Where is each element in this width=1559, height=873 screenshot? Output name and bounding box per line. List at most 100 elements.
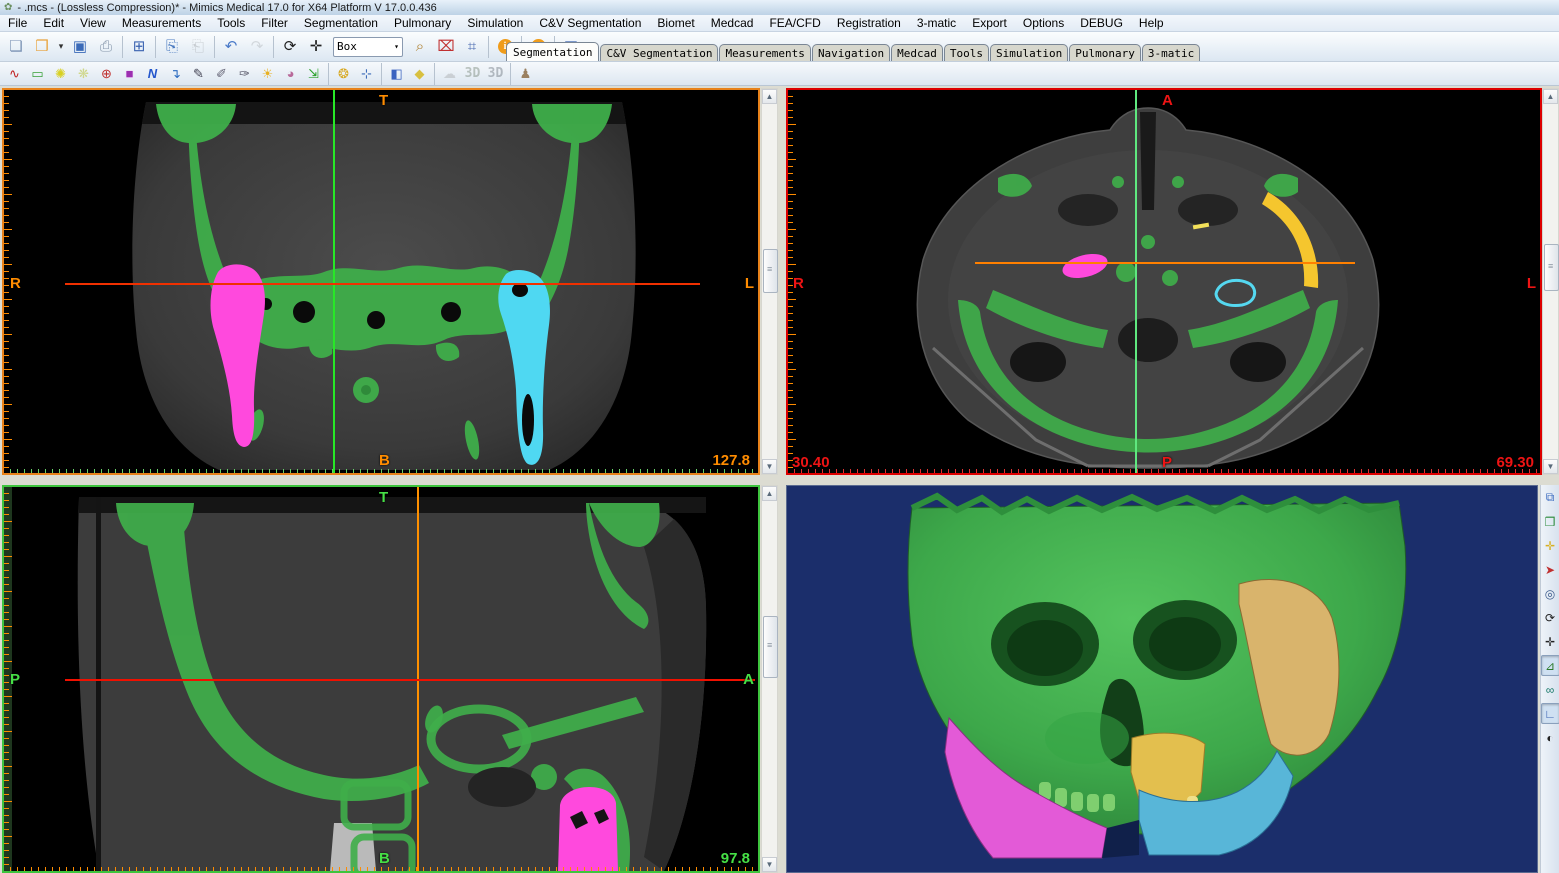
scroll-thumb[interactable] [763,616,778,678]
thresholding-button[interactable]: ∿ [3,63,26,85]
calculate-3d-button[interactable]: ❂ [332,63,355,85]
pan-button[interactable]: ✛ [303,34,329,60]
zoom-fit-button[interactable]: ⌗ [459,34,485,60]
rotate-3d-button[interactable]: ⟳ [1541,607,1559,628]
split-mask-button[interactable]: N [141,63,164,85]
crosshair-horizontal[interactable] [65,283,700,285]
menu-export[interactable]: Export [964,16,1015,30]
scroll-thumb[interactable] [763,249,778,293]
cavity-fill-button[interactable]: ↴ [164,63,187,85]
zoom-shape-select[interactable]: Box ▾ [333,37,403,57]
three-d-viewport[interactable] [786,485,1538,873]
menu-options[interactable]: Options [1015,16,1072,30]
new-file-button[interactable]: ❏ [3,34,29,60]
zoom-button[interactable]: ⌕ [407,34,433,60]
scroll-up-icon[interactable]: ▲ [1543,89,1558,104]
scroll-up-icon[interactable]: ▲ [762,486,777,501]
stl-figure-button[interactable]: ♟ [514,63,537,85]
axial-scrollbar[interactable]: ▲ ▼ [1542,88,1559,475]
calculate-3d-alt-button[interactable]: 3D [461,63,484,85]
menu-measurements[interactable]: Measurements [114,16,209,30]
menu-simulation[interactable]: Simulation [459,16,531,30]
crosshair-horizontal[interactable] [975,262,1355,264]
menu-fea-cfd[interactable]: FEA/CFD [761,16,828,30]
crop-mask-button[interactable]: ⇲ [302,63,325,85]
coronal-scrollbar[interactable]: ▲ ▼ [761,88,778,475]
menu-tools[interactable]: Tools [209,16,253,30]
boolean-operations-button[interactable]: ◕ [279,63,302,85]
tab-simulation[interactable]: Simulation [990,44,1068,61]
undo-icon: ↶ [225,39,238,54]
rotate-button[interactable]: ⟳ [277,34,303,60]
sagittal-viewport[interactable]: T P A B 97.8 [2,485,760,873]
menu-help[interactable]: Help [1131,16,1172,30]
menu-debug[interactable]: DEBUG [1072,16,1131,30]
dynamic-region-growing-button[interactable]: ❋ [72,63,95,85]
menu-3matic[interactable]: 3-matic [909,16,964,30]
region-growing-button[interactable]: ✺ [49,63,72,85]
copy-button[interactable]: ⎘ [159,34,185,60]
axial-viewport[interactable]: A R L P 30.40 69.30 [786,88,1542,475]
tab-segmentation[interactable]: Segmentation [506,42,599,61]
edit-3d-button[interactable]: 3D [484,63,507,85]
calculate-3d-preview-button[interactable]: ⊕ [95,63,118,85]
visibility-button[interactable]: ◎ [1541,583,1559,604]
invert-contrast-button[interactable]: ◐ [1541,727,1559,748]
remesh-button[interactable]: ◧ [385,63,408,85]
axes-toggle-button[interactable]: ⊿ [1541,655,1559,676]
tab-measurements[interactable]: Measurements [719,44,810,61]
create-point-button[interactable]: ⊹ [355,63,378,85]
menu-pulmonary[interactable]: Pulmonary [386,16,459,30]
menu-biomet[interactable]: Biomet [649,16,702,30]
menu-view[interactable]: View [72,16,114,30]
multiple-slice-edit-button[interactable]: ✑ [233,63,256,85]
tab-3matic[interactable]: 3-matic [1142,44,1200,61]
menu-edit[interactable]: Edit [35,16,72,30]
tab-medcad[interactable]: Medcad [891,44,943,61]
annotation-tag-button[interactable]: ◆ [408,63,431,85]
menu-segmentation[interactable]: Segmentation [296,16,386,30]
pan-3d-button[interactable]: ✛ [1541,631,1559,652]
menu-cv-segmentation[interactable]: C&V Segmentation [531,16,649,30]
clipping-button[interactable]: ➤ [1541,559,1559,580]
coronal-viewport[interactable]: T R L B 127.8 [2,88,760,475]
open-project-button[interactable]: ❒ [29,34,55,60]
tab-tools[interactable]: Tools [944,44,989,61]
tab-cv-segmentation[interactable]: C&V Segmentation [600,44,718,61]
undo-button[interactable]: ↶ [218,34,244,60]
edit-masks-button[interactable]: ■ [118,63,141,85]
scene-layout-button[interactable]: ⧉ [1541,487,1559,508]
organize-images-button[interactable]: ⊞ [126,34,152,60]
four-views-button[interactable]: ✛ [1541,535,1559,556]
menu-registration[interactable]: Registration [829,16,909,30]
crosshair-vertical[interactable] [1135,90,1137,473]
scroll-up-icon[interactable]: ▲ [762,89,777,104]
redo-button[interactable]: ↷ [244,34,270,60]
crosshair-horizontal[interactable] [65,679,755,681]
split-mask-icon: N [148,67,157,80]
orientation-box-button[interactable]: ∟ [1541,703,1559,724]
menu-medcad[interactable]: Medcad [703,16,762,30]
print-button[interactable]: ⎙ [93,34,119,60]
scroll-down-icon[interactable]: ▼ [762,857,777,872]
paste-button[interactable]: ⎗ [185,34,211,60]
unzoom-button[interactable]: ⌧ [433,34,459,60]
scroll-thumb[interactable] [1544,244,1559,291]
wrap-button[interactable]: ☁ [438,63,461,85]
scroll-down-icon[interactable]: ▼ [762,459,777,474]
morphology-button[interactable]: ☀ [256,63,279,85]
tab-navigation[interactable]: Navigation [812,44,890,61]
stereo-view-button[interactable]: ∞ [1541,679,1559,700]
sagittal-scrollbar[interactable]: ▲ ▼ [761,485,778,873]
tab-pulmonary[interactable]: Pulmonary [1069,44,1141,61]
menu-file[interactable]: File [0,16,35,30]
draw-profile-line-button[interactable]: ✎ [187,63,210,85]
scroll-down-icon[interactable]: ▼ [1543,459,1558,474]
crosshair-vertical[interactable] [333,90,335,473]
save-project-button[interactable]: ▣ [67,34,93,60]
open-dropdown-button[interactable]: ▾ [55,34,67,60]
viewcube-button[interactable]: ❒ [1541,511,1559,532]
menu-filter[interactable]: Filter [253,16,296,30]
crop-project-button[interactable]: ▭ [26,63,49,85]
edit-contour-button[interactable]: ✐ [210,63,233,85]
